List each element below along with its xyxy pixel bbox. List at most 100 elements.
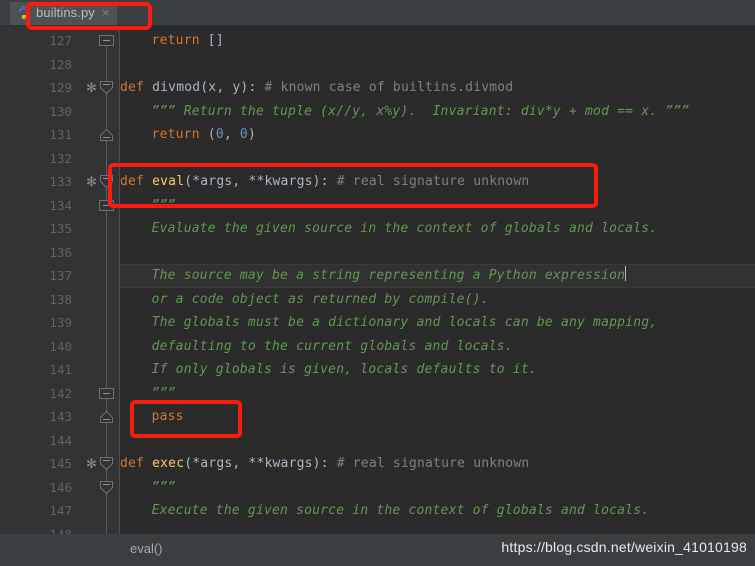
code-text: ””” — [120, 476, 176, 500]
code-text: Execute the given source in the context … — [120, 499, 649, 523]
code-token: The globals must be a dictionary and loc… — [151, 315, 658, 330]
line-number: 140 — [49, 338, 72, 354]
line-number: 129 — [49, 80, 72, 95]
line-number: 146 — [49, 479, 72, 495]
code-token: (*args, **kwargs): — [184, 174, 337, 189]
code-line[interactable]: 135 Evaluate the given source in the cont… — [0, 217, 755, 241]
gutter-marker-icon[interactable]: ✻ — [86, 82, 97, 95]
code-token: ) — [247, 127, 256, 142]
python-file-icon — [19, 6, 28, 19]
code-token: # real signature unknown — [336, 174, 530, 189]
code-token: pass — [151, 409, 184, 424]
code-token: (*args, **kwargs): — [184, 456, 337, 471]
line-number: 138 — [49, 291, 72, 307]
file-tab-label: builtins.py — [36, 5, 95, 20]
code-text: ””” Return the tuple (x//y, x%y). Invari… — [120, 100, 690, 124]
line-number: 145 — [49, 456, 72, 471]
code-token: defaulting to the current globals and lo… — [151, 338, 513, 354]
code-token: The source may be a string representing … — [151, 268, 626, 283]
gutter-marker-icon[interactable]: ✻ — [86, 458, 97, 471]
line-number: 128 — [49, 56, 72, 72]
code-line[interactable]: 140 defaulting to the current globals and… — [0, 335, 755, 359]
code-token: [] — [207, 33, 224, 48]
watermark-url: https://blog.csdn.net/weixin_41010198 — [501, 539, 747, 555]
file-tab-builtins-py[interactable]: builtins.py × — [10, 2, 117, 25]
code-line[interactable]: 129 def divmod(x, y): # known case of bui… — [0, 76, 755, 100]
line-number: 142 — [49, 385, 72, 401]
line-number: 144 — [49, 432, 72, 448]
line-number: 143 — [49, 409, 72, 424]
code-line[interactable]: 128 — [0, 53, 755, 77]
line-number: 132 — [49, 150, 72, 166]
close-icon[interactable]: × — [102, 6, 110, 20]
code-token: eval — [152, 174, 185, 189]
code-text: pass — [120, 405, 184, 429]
code-line[interactable]: 146 ””” — [0, 476, 755, 500]
code-token: , — [223, 127, 240, 142]
code-line[interactable]: 141 If only globals is given, locals defa… — [0, 358, 755, 382]
line-number: 137 — [49, 268, 72, 283]
code-token: ( — [207, 127, 216, 142]
code-token: ””” — [151, 479, 176, 495]
code-text: def divmod(x, y): # known case of builti… — [120, 76, 513, 100]
code-line[interactable]: 145 def exec(*args, **kwargs): # real sig… — [0, 452, 755, 476]
line-number: 141 — [49, 362, 72, 377]
code-token: 0 — [239, 127, 248, 142]
code-token: Execute the given source in the context … — [151, 503, 650, 518]
code-token: ””” — [151, 385, 176, 401]
code-line[interactable]: 137 The source may be a string representi… — [0, 264, 755, 288]
code-editor[interactable]: 127 return [] 128 129 def divmod(x, y): # kn… — [0, 26, 755, 534]
code-line[interactable]: 136 — [0, 241, 755, 265]
code-token: # real signature unknown — [336, 456, 530, 471]
code-line[interactable]: 132 — [0, 147, 755, 171]
breadcrumb[interactable]: eval() — [130, 541, 163, 556]
code-line[interactable]: 147 Execute the given source in the conte… — [0, 499, 755, 523]
code-line[interactable]: 143 pass — [0, 405, 755, 429]
line-number: 139 — [49, 315, 72, 330]
code-token: # known case of builtins.divmod — [264, 80, 514, 95]
code-line[interactable]: 131 return (0, 0) — [0, 123, 755, 147]
code-text: ””” — [120, 382, 176, 406]
line-number: 135 — [49, 221, 72, 236]
pycharm-window: builtins.py × 127 return [] 128 129 def divm… — [0, 0, 755, 566]
code-text: or a code object as returned by compile(… — [120, 288, 489, 312]
code-text: def exec(*args, **kwargs): # real signat… — [120, 452, 529, 476]
code-line[interactable]: 144 — [0, 429, 755, 453]
code-token: (x, y): — [200, 80, 265, 95]
code-text: return (0, 0) — [120, 123, 256, 147]
code-line[interactable]: 130 ””” Return the tuple (x//y, x%y). Inv… — [0, 100, 755, 124]
code-token: def — [120, 174, 153, 189]
code-line[interactable]: 139 The globals must be a dictionary and … — [0, 311, 755, 335]
code-line[interactable]: 148 — [0, 523, 755, 535]
line-number: 131 — [49, 127, 72, 142]
code-token: return — [151, 33, 200, 48]
code-text: ””” — [120, 194, 176, 218]
line-number: 136 — [49, 244, 72, 260]
code-line[interactable]: 142 ””” — [0, 382, 755, 406]
code-line[interactable]: 134 ””” — [0, 194, 755, 218]
code-token: def — [120, 80, 153, 95]
line-number: 148 — [49, 526, 72, 535]
code-token: def — [120, 456, 153, 471]
line-number: 130 — [49, 103, 72, 119]
code-token: Evaluate the given source in the context… — [151, 221, 658, 236]
code-token: If only globals is given, locals default… — [151, 362, 537, 377]
code-text: The globals must be a dictionary and loc… — [120, 311, 657, 335]
code-token: ””” — [151, 197, 176, 213]
code-line[interactable]: 138 or a code object as returned by compi… — [0, 288, 755, 312]
line-number: 127 — [49, 33, 72, 48]
code-text: The source may be a string representing … — [120, 264, 627, 288]
code-token: 0 — [215, 127, 224, 142]
line-number: 133 — [49, 174, 72, 189]
code-text: return [] — [120, 29, 224, 53]
code-token: return — [151, 127, 200, 142]
code-text: defaulting to the current globals and lo… — [120, 335, 513, 359]
text-caret — [625, 266, 627, 281]
code-line[interactable]: 133 def eval(*args, **kwargs): # real sig… — [0, 170, 755, 194]
status-bar: eval() https://blog.csdn.net/weixin_4101… — [0, 534, 755, 566]
code-line[interactable]: 127 return [] — [0, 29, 755, 53]
gutter-marker-icon[interactable]: ✻ — [86, 176, 97, 189]
code-text: Evaluate the given source in the context… — [120, 217, 657, 241]
